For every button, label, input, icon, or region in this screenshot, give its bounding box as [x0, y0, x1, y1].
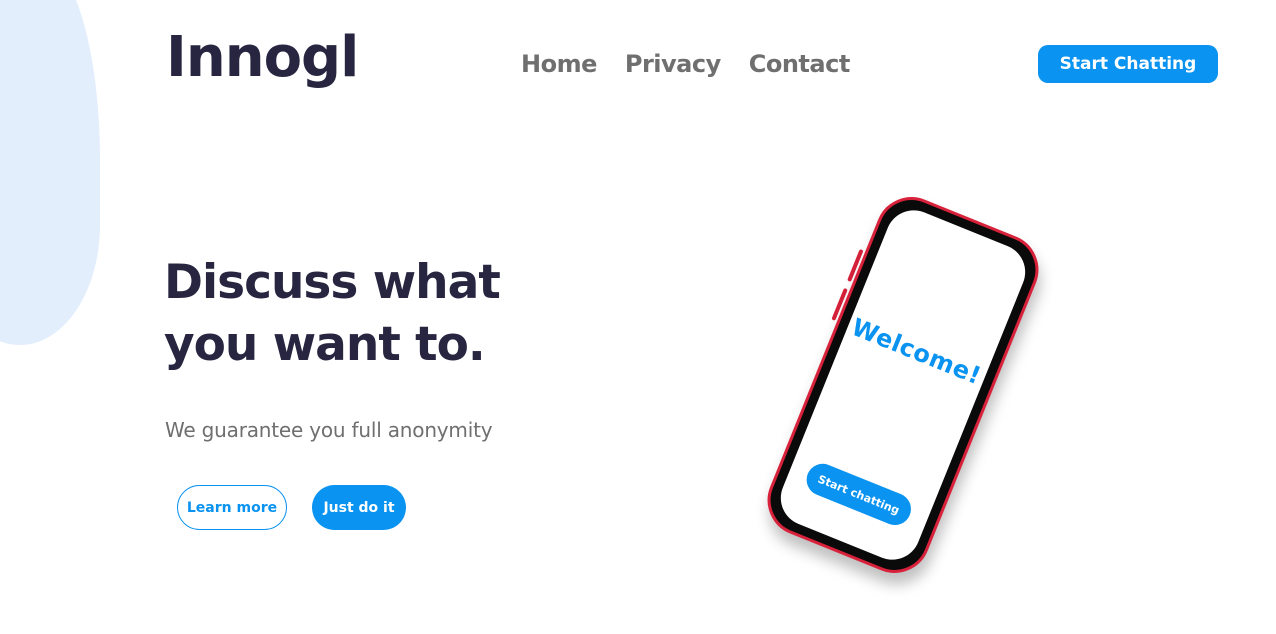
hero-subtitle: We guarantee you full anonymity	[165, 418, 493, 442]
just-do-it-button[interactable]: Just do it	[312, 485, 406, 530]
nav-item-privacy[interactable]: Privacy	[625, 50, 721, 78]
phone-frame: Welcome! Start chatting	[756, 186, 1050, 584]
brand-logo[interactable]: Innogl	[166, 30, 359, 86]
decorative-blob	[0, 0, 100, 345]
hero-headline: Discuss what you want to.	[164, 252, 584, 376]
phone-illustration: Welcome! Start chatting	[756, 186, 1050, 584]
nav-item-contact[interactable]: Contact	[749, 50, 851, 78]
learn-more-button[interactable]: Learn more	[177, 485, 287, 530]
phone-screen: Welcome! Start chatting	[772, 201, 1034, 569]
main-nav: Home Privacy Contact	[521, 50, 850, 78]
start-chatting-button[interactable]: Start Chatting	[1038, 45, 1218, 83]
hero-headline-line2: you want to.	[164, 317, 486, 372]
phone-start-chatting-button: Start chatting	[801, 458, 916, 530]
hero-headline-line1: Discuss what	[164, 255, 501, 310]
nav-item-home[interactable]: Home	[521, 50, 597, 78]
phone-welcome-text: Welcome!	[847, 312, 986, 391]
